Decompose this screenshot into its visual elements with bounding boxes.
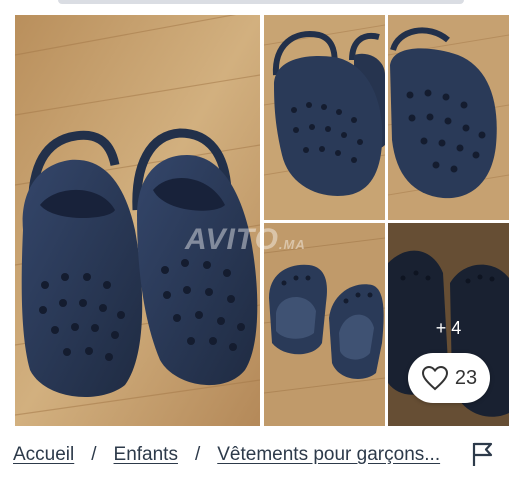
thumbnail-1[interactable] <box>264 15 385 220</box>
breadcrumb-separator: / <box>194 444 201 465</box>
breadcrumb-boys-clothing[interactable]: Vêtements pour garçons... <box>217 444 440 466</box>
breadcrumb: Accueil / Enfants / Vêtements pour garço… <box>13 444 440 466</box>
clog-photo-closeup <box>388 15 509 220</box>
main-photo[interactable] <box>15 15 260 426</box>
clogs-photo-side <box>264 15 385 220</box>
likes-count: 23 <box>454 366 478 389</box>
breadcrumb-home[interactable]: Accueil <box>13 444 74 466</box>
thumbnail-3[interactable] <box>264 223 385 426</box>
clogs-photo-back <box>264 223 385 426</box>
breadcrumb-separator: / <box>91 444 97 465</box>
top-bar-edge <box>58 0 464 4</box>
thumbnail-2[interactable] <box>388 15 509 220</box>
more-photos-count: + 4 <box>435 318 462 338</box>
breadcrumb-kids[interactable]: Enfants <box>114 444 178 466</box>
photo-gallery: + 4 AVITO.MA 23 <box>15 15 509 426</box>
clogs-photo-main <box>15 15 260 426</box>
flag-icon[interactable] <box>470 441 494 467</box>
heart-icon <box>421 365 448 391</box>
favorite-button[interactable]: 23 <box>408 353 490 403</box>
